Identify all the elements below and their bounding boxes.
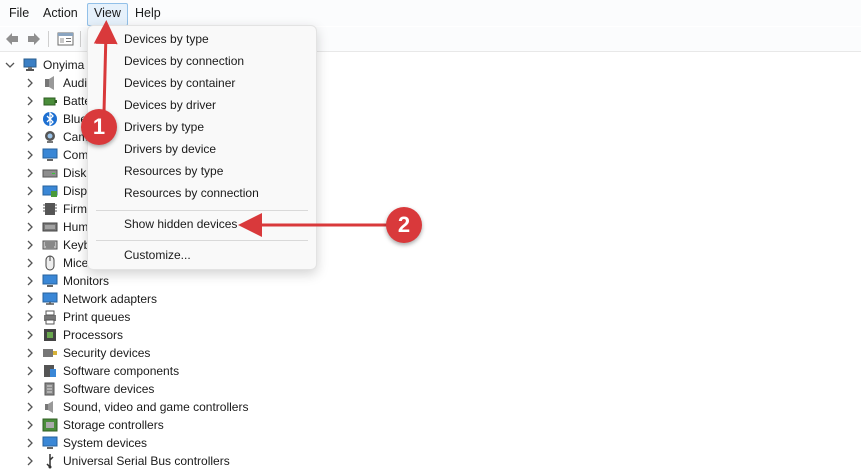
- step-badge-2: 2: [386, 207, 422, 243]
- annotation-arrows: [93, 20, 388, 237]
- step-badge-1: 1: [81, 109, 117, 145]
- arrow-to-view-menu: [93, 20, 118, 113]
